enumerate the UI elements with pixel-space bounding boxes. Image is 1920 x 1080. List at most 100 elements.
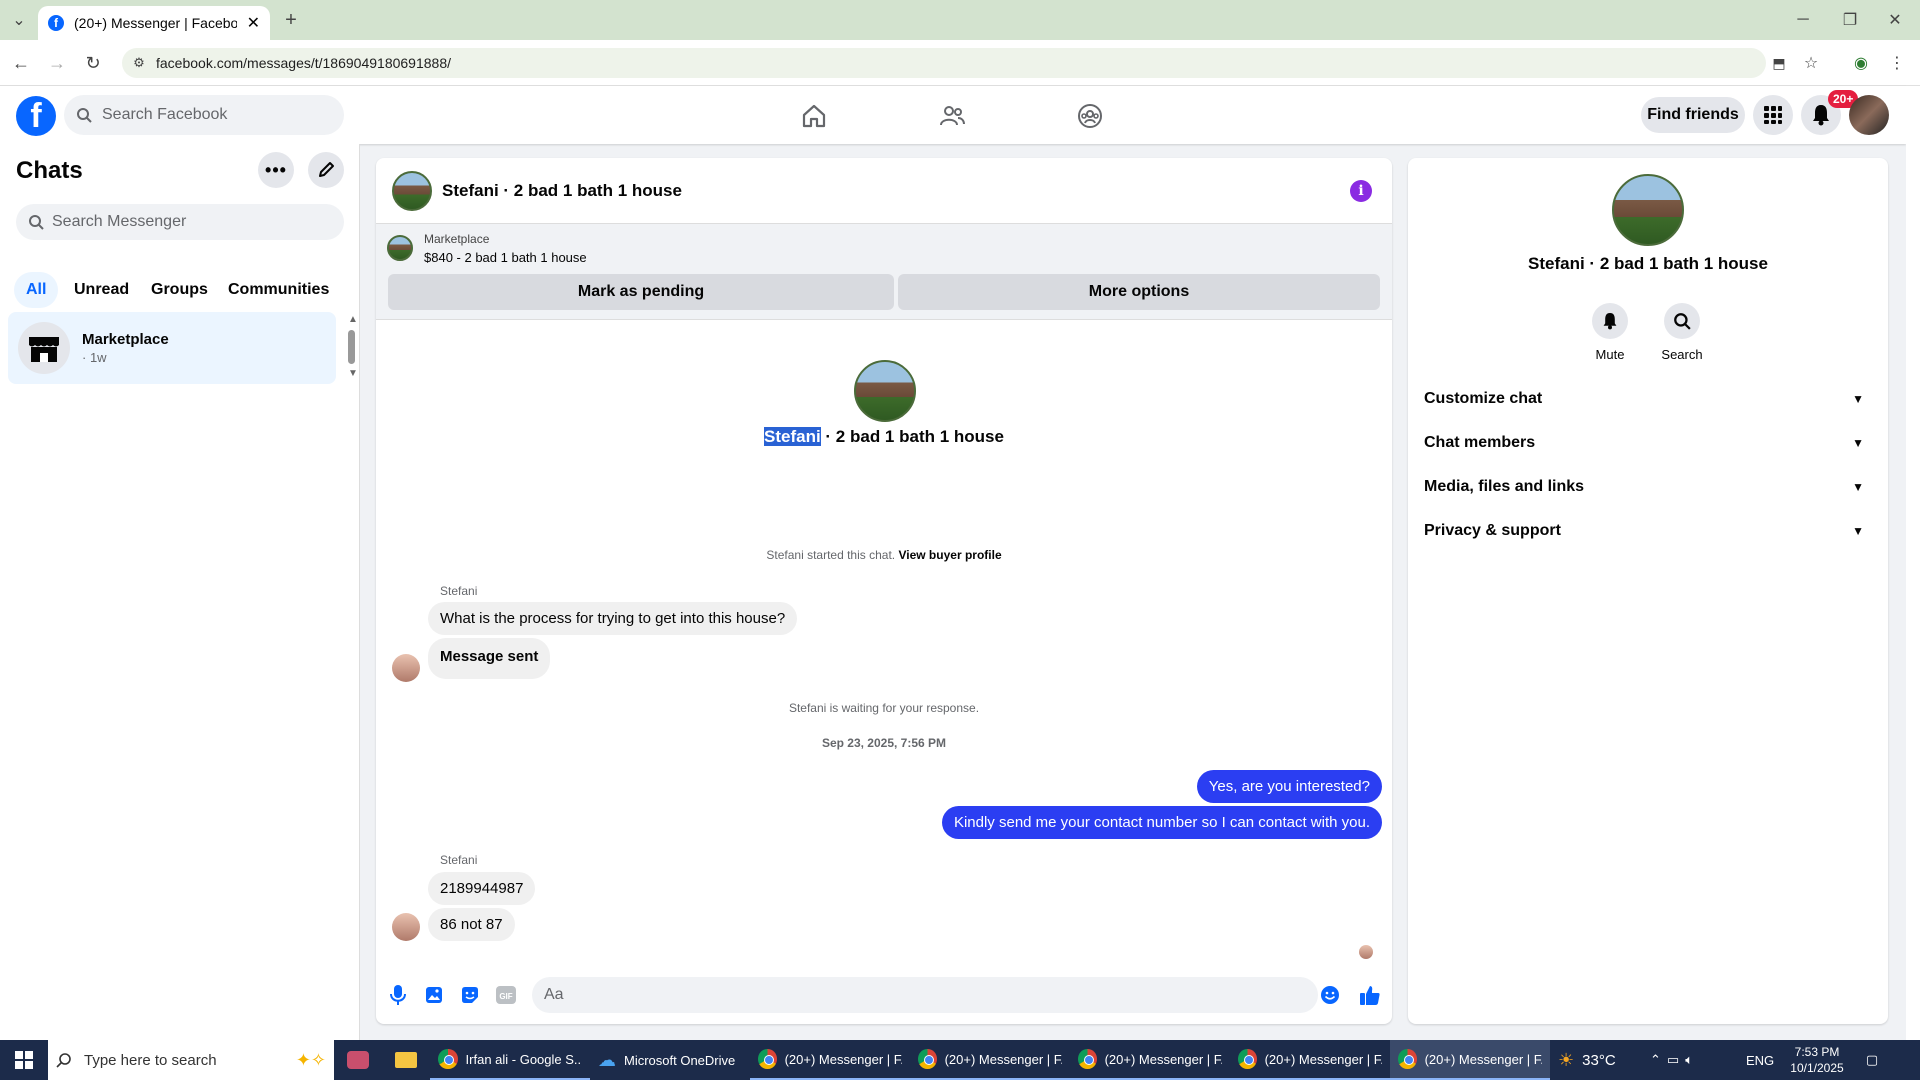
search-icon	[29, 215, 44, 230]
incoming-message[interactable]: Message sent	[428, 638, 551, 679]
mark-as-pending-button[interactable]: Mark as pending	[388, 274, 894, 310]
conversation-info-icon[interactable]: i	[1350, 180, 1372, 202]
media-files-links-section[interactable]: Media, files and links ▼	[1424, 469, 1872, 505]
intro-title-rest: · 2 bad 1 bath 1 house	[820, 427, 1004, 446]
new-message-icon[interactable]	[308, 152, 344, 188]
clock-time: 7:53 PM	[1794, 1045, 1840, 1059]
find-friends-button[interactable]: Find friends	[1641, 97, 1745, 133]
taskbar-app-chrome[interactable]: (20+) Messenger | F...	[750, 1040, 910, 1080]
facebook-search-input[interactable]: Search Facebook	[64, 95, 344, 135]
facebook-search-placeholder: Search Facebook	[102, 106, 228, 123]
listing-text[interactable]: $840 - 2 bad 1 bath 1 house	[424, 250, 587, 265]
photo-icon[interactable]	[422, 983, 446, 1007]
minimize-icon[interactable]: ─	[1788, 5, 1818, 35]
search-icon	[77, 108, 92, 123]
incoming-message[interactable]: What is the process for trying to get in…	[428, 602, 798, 635]
chat-members-section[interactable]: Chat members ▼	[1424, 425, 1872, 461]
bookmark-star-icon[interactable]: ☆	[1796, 48, 1826, 78]
system-tray[interactable]: ⌃ ▭ 🔈︎	[1642, 1040, 1738, 1080]
section-label: Privacy & support	[1424, 522, 1561, 539]
incoming-message[interactable]: 86 not 87	[428, 908, 515, 941]
chrome-menu-icon[interactable]: ⋮	[1882, 48, 1912, 78]
facebook-logo-icon[interactable]: f	[16, 96, 56, 136]
mute-bell-icon	[1592, 303, 1628, 339]
chrome-icon	[758, 1049, 777, 1069]
sticker-icon[interactable]	[458, 983, 482, 1007]
taskbar-app-chrome[interactable]: (20+) Messenger | F...	[1070, 1040, 1230, 1080]
taskbar-app-onedrive[interactable]: ☁ Microsoft OneDrive	[590, 1040, 750, 1080]
filter-groups-tab[interactable]: Groups	[139, 272, 220, 308]
search-icon	[56, 1053, 71, 1068]
chat-started-notice: Stefani started this chat. View buyer pr…	[376, 548, 1392, 562]
clock[interactable]: 7:53 PM 10/1/2025	[1782, 1040, 1852, 1080]
site-info-icon[interactable]: ⚙	[124, 48, 154, 78]
facebook-favicon-icon: f	[48, 15, 64, 31]
chrome-icon	[1398, 1049, 1417, 1069]
window-close-icon[interactable]: ✕	[1880, 5, 1910, 35]
marketplace-store-icon	[18, 322, 70, 374]
scroll-up-icon[interactable]: ▲	[348, 314, 358, 325]
microphone-icon[interactable]	[386, 983, 410, 1007]
view-buyer-profile-link[interactable]: View buyer profile	[898, 548, 1001, 562]
forward-icon[interactable]: →	[42, 48, 72, 78]
outgoing-message[interactable]: Yes, are you interested?	[1196, 770, 1382, 803]
privacy-support-section[interactable]: Privacy & support ▼	[1424, 513, 1872, 549]
groups-nav-icon[interactable]	[1060, 100, 1120, 132]
reload-icon[interactable]: ↻	[78, 48, 108, 78]
notification-center-icon[interactable]: ▢	[1852, 1040, 1892, 1080]
account-avatar[interactable]	[1849, 95, 1889, 135]
filter-all-tab[interactable]: All	[14, 272, 59, 308]
mute-button[interactable]: Mute	[1592, 303, 1628, 362]
search-conversation-button[interactable]: Search	[1661, 303, 1703, 362]
more-options-icon[interactable]: •••	[258, 152, 294, 188]
like-thumbs-up-icon[interactable]	[1358, 983, 1382, 1007]
chats-title: Chats	[16, 157, 83, 184]
language-indicator[interactable]: ENG	[1738, 1040, 1782, 1080]
profile-icon[interactable]: ◉	[1846, 48, 1876, 78]
outgoing-message[interactable]: Kindly send me your contact number so I …	[941, 806, 1382, 839]
taskbar-app-chrome[interactable]: Irfan ali - Google S...	[430, 1040, 590, 1080]
browser-tab[interactable]: f (20+) Messenger | Facebook ✕	[38, 6, 270, 40]
incoming-message[interactable]: 2189944987	[428, 872, 536, 905]
taskbar-app-label: (20+) Messenger | F...	[784, 1051, 902, 1067]
home-nav-icon[interactable]	[784, 100, 844, 132]
weather-widget[interactable]: ☀ 33°C	[1550, 1040, 1642, 1080]
messenger-search-placeholder: Search Messenger	[52, 213, 187, 230]
messenger-search-input[interactable]: Search Messenger	[16, 204, 344, 240]
taskbar-app-chrome[interactable]: (20+) Messenger | F...	[910, 1040, 1070, 1080]
sidebar-scrollbar[interactable]	[348, 330, 355, 364]
taskbar-search-box[interactable]: Type here to search ✦✧	[48, 1040, 334, 1080]
filter-unread-tab[interactable]: Unread	[62, 272, 141, 308]
friends-nav-icon[interactable]	[922, 100, 982, 132]
page-scrollbar[interactable]	[1906, 86, 1920, 1044]
install-app-icon[interactable]: ⬒	[1764, 48, 1794, 78]
section-label: Customize chat	[1424, 390, 1543, 407]
menu-grid-icon[interactable]	[1753, 95, 1793, 135]
chevron-down-icon: ▼	[1852, 436, 1864, 450]
customize-chat-section[interactable]: Customize chat ▼	[1424, 381, 1872, 417]
tab-close-icon[interactable]: ✕	[247, 13, 260, 33]
chat-list-item[interactable]: Marketplace · 1w	[8, 312, 336, 384]
taskbar-app-chrome[interactable]: (20+) Messenger | F...	[1230, 1040, 1390, 1080]
address-bar[interactable]: facebook.com/messages/t/1869049180691888…	[122, 48, 1766, 78]
taskbar-app-chrome-active[interactable]: (20+) Messenger | F...	[1390, 1040, 1550, 1080]
taskbar-app-icon[interactable]	[334, 1040, 382, 1080]
filter-communities-tab[interactable]: Communities	[216, 272, 341, 308]
gif-icon[interactable]: GIF	[494, 983, 518, 1007]
listing-thumbnail[interactable]	[387, 235, 413, 261]
emoji-icon[interactable]	[1318, 983, 1342, 1007]
start-windows-icon[interactable]	[0, 1040, 48, 1080]
tab-search-chevron-icon[interactable]: ⌄	[4, 5, 34, 35]
message-input[interactable]: Aa	[532, 977, 1318, 1013]
more-options-button[interactable]: More options	[898, 274, 1380, 310]
chrome-icon	[1238, 1049, 1257, 1069]
details-avatar[interactable]	[1612, 174, 1684, 246]
restore-icon[interactable]: ❐	[1835, 5, 1865, 35]
section-label: Media, files and links	[1424, 478, 1585, 495]
new-tab-icon[interactable]: +	[276, 5, 306, 35]
back-icon[interactable]: ←	[6, 48, 36, 78]
scroll-down-icon[interactable]: ▼	[348, 368, 358, 379]
file-explorer-icon[interactable]	[382, 1040, 430, 1080]
conversation-header[interactable]: Stefani · 2 bad 1 bath 1 house	[376, 158, 1392, 224]
read-receipt-avatar	[1359, 945, 1373, 959]
